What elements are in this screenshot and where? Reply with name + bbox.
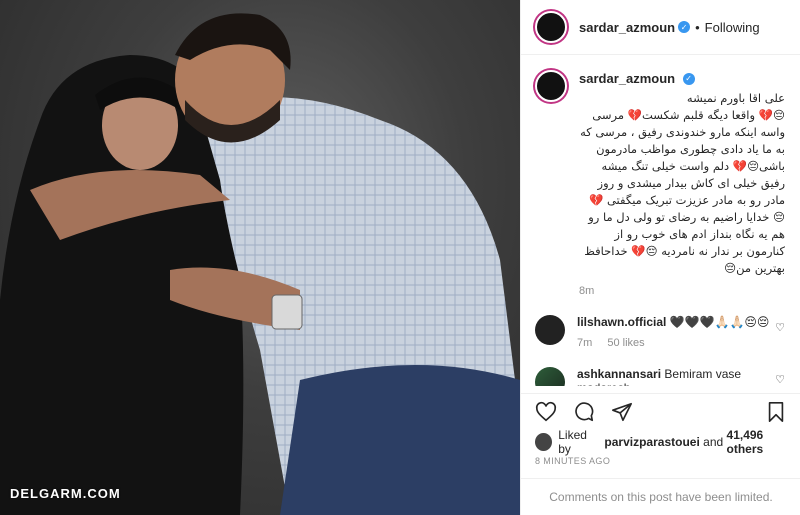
bookmark-icon[interactable] <box>763 399 789 425</box>
commenter-avatar[interactable] <box>535 367 565 386</box>
author-avatar[interactable] <box>535 11 567 43</box>
caption-time: 8m <box>579 285 595 297</box>
commenter-username[interactable]: lilshawn.official <box>577 315 666 329</box>
comments-limited-notice: Comments on this post have been limited. <box>521 478 800 515</box>
commenter-username[interactable]: ashkannansari <box>577 367 661 381</box>
action-bar <box>521 393 800 429</box>
small-heart-icon[interactable]: ♡ <box>775 373 785 386</box>
photo-illustration <box>0 13 520 515</box>
post-timestamp[interactable]: 8 MINUTES AGO <box>535 456 610 466</box>
comment-likes[interactable]: 50 likes <box>607 337 644 349</box>
heart-icon[interactable] <box>533 399 559 425</box>
caption-username[interactable]: sardar_azmoun <box>579 71 675 86</box>
likes-count[interactable]: 41,496 others <box>727 428 800 456</box>
comment-icon[interactable] <box>571 399 597 425</box>
comment-time: 7m <box>577 337 593 349</box>
caption-block: sardar_azmoun ✓ علی اقا باورم نمیشه 😔💔 و… <box>535 70 785 297</box>
share-icon[interactable] <box>609 399 635 425</box>
commenter-avatar[interactable] <box>535 315 565 345</box>
liked-and: and <box>703 435 724 449</box>
likes-summary: Liked by parvizparastouei and 41,496 oth… <box>535 428 800 456</box>
liked-user[interactable]: parvizparastouei <box>604 435 699 449</box>
caption-avatar[interactable] <box>535 70 567 102</box>
liker-avatar[interactable] <box>535 433 553 451</box>
post-sidebar: sardar_azmoun ✓ • Following sardar_azmou… <box>520 0 800 515</box>
separator-dot: • <box>695 19 700 35</box>
small-heart-icon[interactable]: ♡ <box>775 321 785 334</box>
comment-item: lilshawn.official 🖤🖤🖤🙏🏻🙏🏻😔😔 7m 50 likes … <box>535 315 785 349</box>
watermark: DELGARM.COM <box>10 486 121 501</box>
comments-list[interactable]: sardar_azmoun ✓ علی اقا باورم نمیشه 😔💔 و… <box>521 56 800 386</box>
following-button[interactable]: Following <box>705 20 760 35</box>
verified-icon: ✓ <box>678 21 691 33</box>
author-username[interactable]: sardar_azmoun <box>579 20 675 35</box>
verified-icon: ✓ <box>682 72 695 85</box>
comment-text: 🖤🖤🖤🙏🏻🙏🏻😔😔 <box>669 315 770 329</box>
liked-prefix: Liked by <box>558 428 587 456</box>
comment-item: ashkannansari Bemiram vase madaresh ♡ <box>535 367 785 386</box>
caption-text: علی اقا باورم نمیشه 😔💔 واقعا دیگه قلبم ش… <box>580 91 785 275</box>
post-photo[interactable]: DELGARM.COM <box>0 0 520 515</box>
post-header: sardar_azmoun ✓ • Following <box>521 0 800 55</box>
